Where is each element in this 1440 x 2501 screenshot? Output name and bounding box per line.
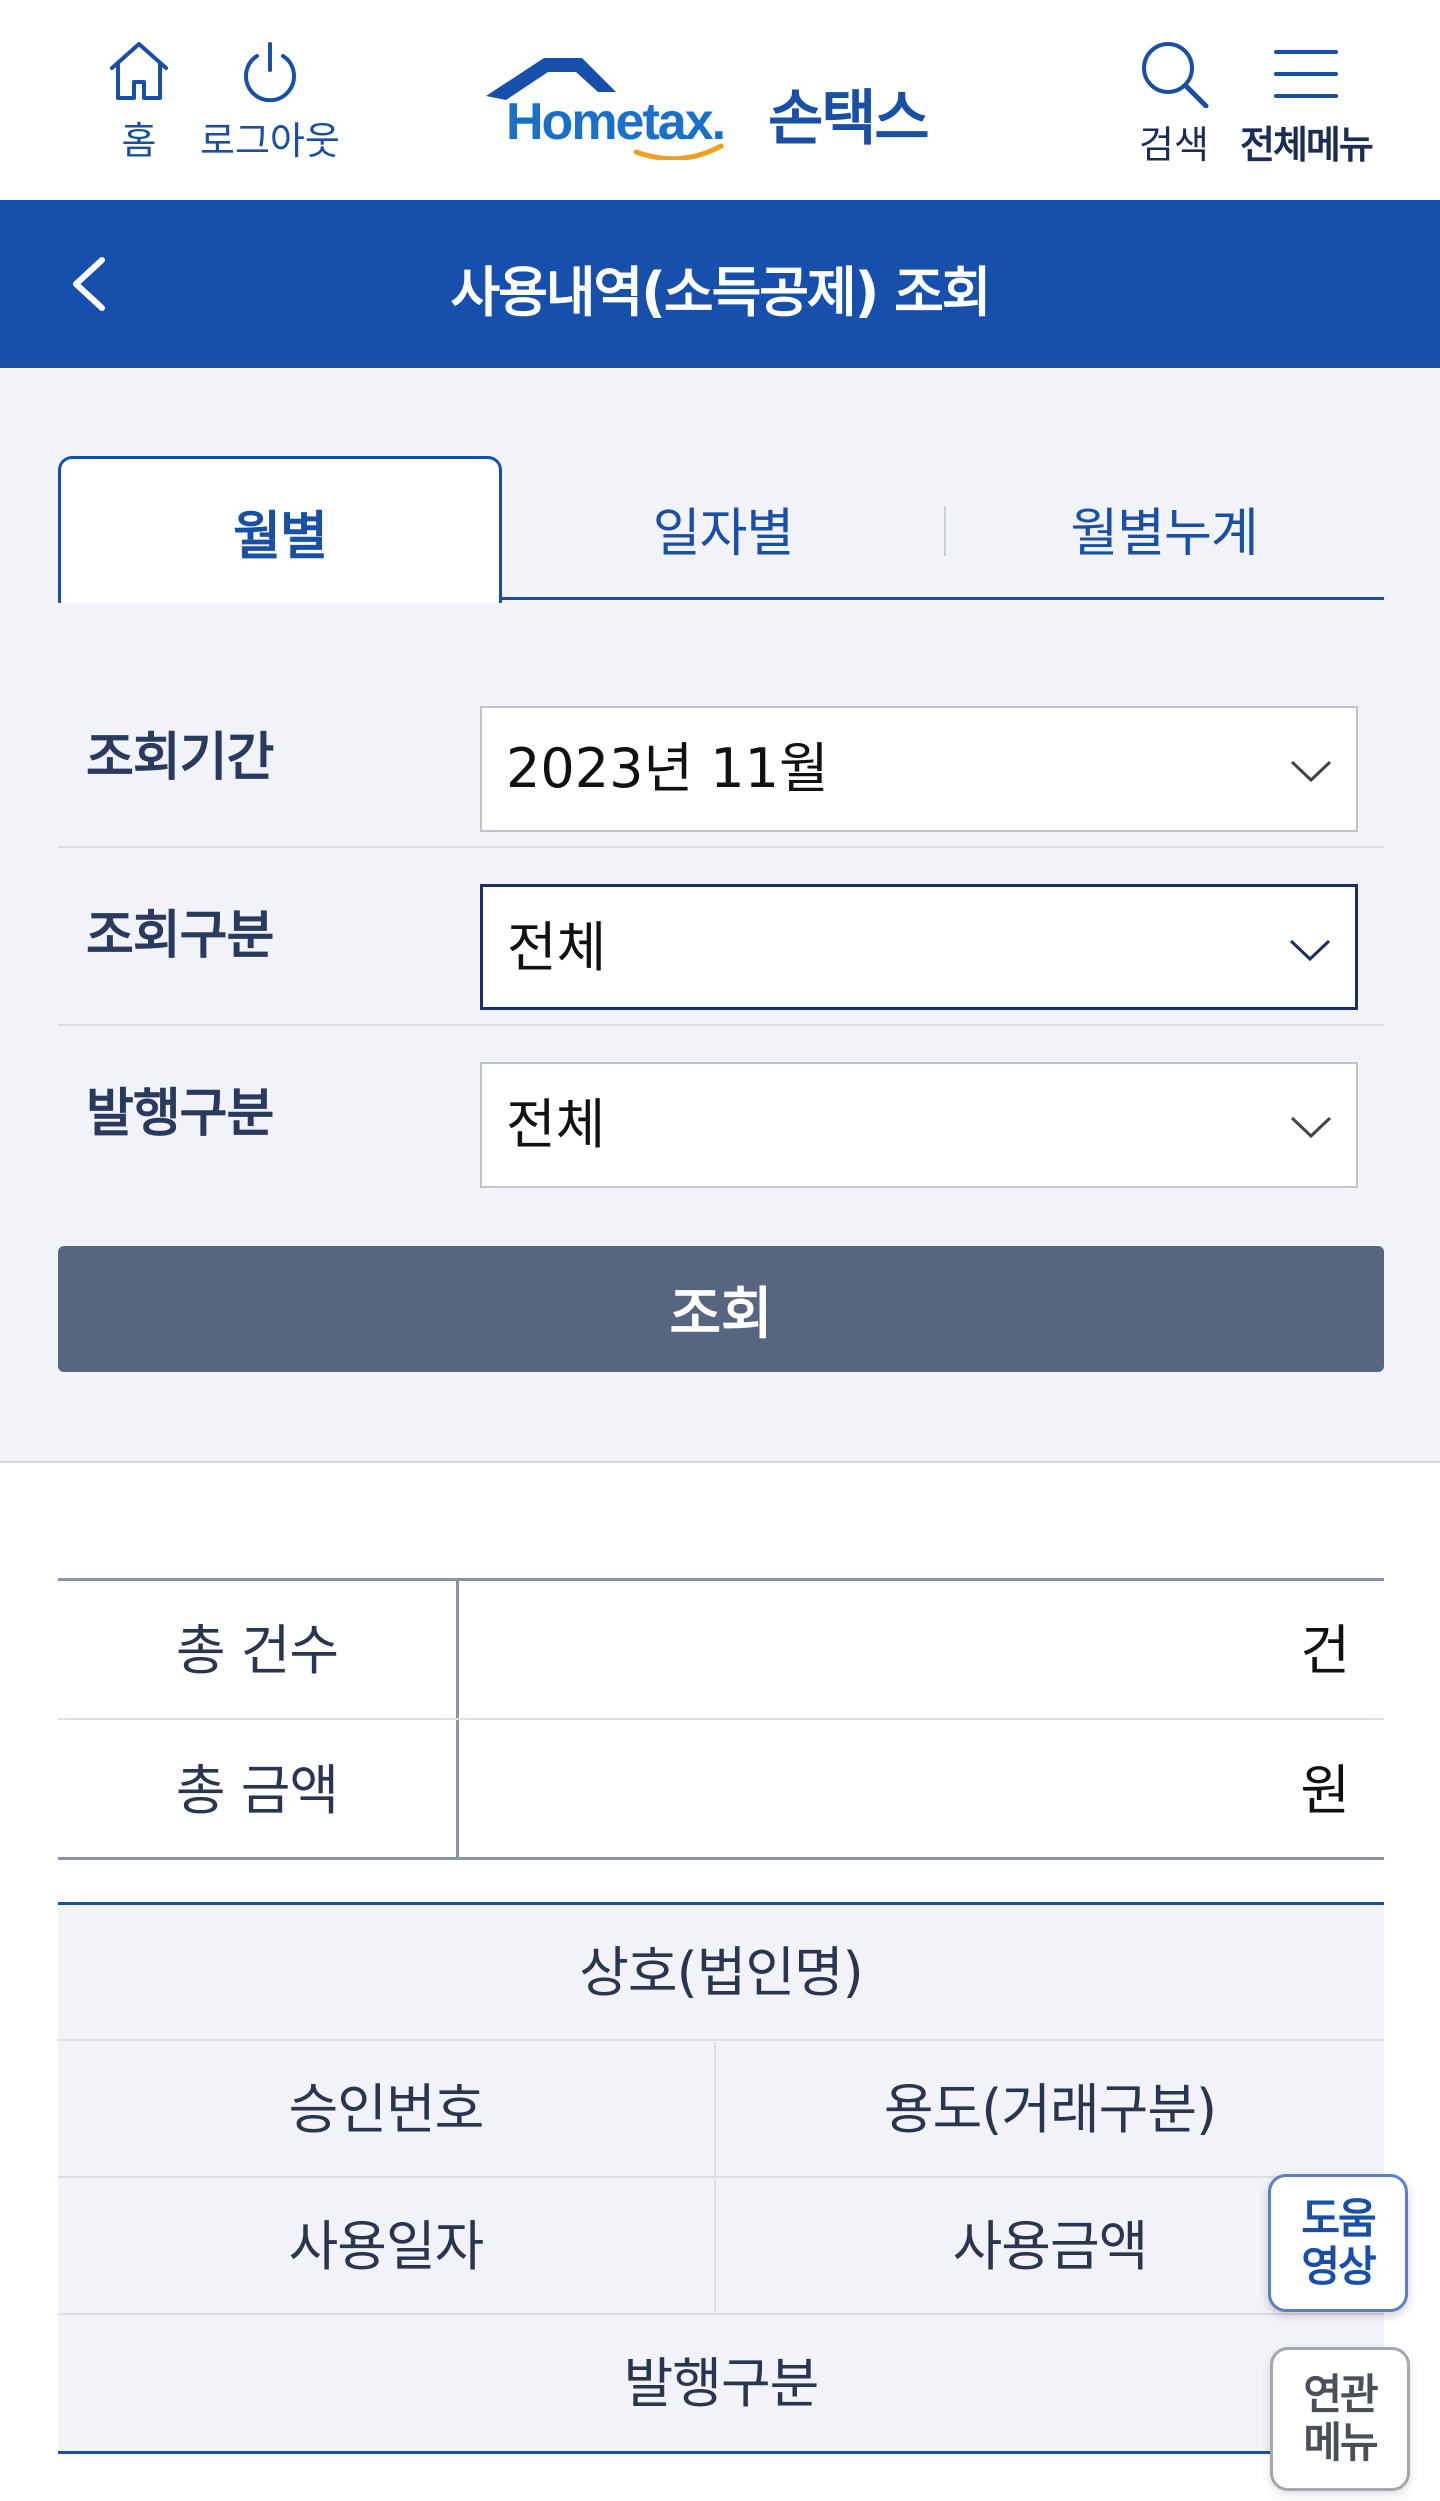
column-header-row: 승인번호 용도(거래구분)	[58, 2042, 1384, 2178]
issue-type-value: 전체	[506, 1093, 606, 1156]
column-header-row: 발행구분	[58, 2316, 1384, 2452]
page-title: 사용내역(소득공제) 조회	[450, 261, 992, 324]
filter-row-query-type: 조회구분 전체	[58, 848, 1384, 1026]
summary-row-amount: 총 금액 원	[58, 1721, 1384, 1860]
column-header-row: 상호(법인명)	[58, 1905, 1384, 2041]
help-video-label-line2: 영상	[1301, 2242, 1376, 2291]
filter-row-issue-type: 발행구분 전체	[58, 1026, 1384, 1204]
filter-row-period: 조회기간 2023년 11월	[58, 670, 1384, 848]
power-icon	[243, 42, 296, 103]
logo-brand-text: Hometax.	[506, 93, 726, 151]
total-amount-unit: 원	[1300, 1759, 1350, 1822]
hometax-logo[interactable]: Hometax. 손택스	[486, 50, 966, 160]
logout-label: 로그아웃	[200, 119, 340, 163]
home-button[interactable]: 홈	[104, 38, 174, 165]
total-count-unit: 건	[1300, 1619, 1350, 1682]
column-usage-type: 용도(거래구분)	[883, 2078, 1217, 2141]
chevron-down-icon	[1290, 1116, 1332, 1139]
home-label: 홈	[121, 119, 157, 163]
total-count-label: 총 건수	[175, 1619, 339, 1682]
period-value: 2023년 11월	[506, 737, 829, 800]
chevron-down-icon	[1289, 939, 1331, 962]
related-menu-label-line1: 연관	[1303, 2370, 1378, 2419]
related-menu-label-line2: 메뉴	[1303, 2418, 1378, 2467]
help-video-button[interactable]: 도움 영상	[1268, 2174, 1408, 2312]
period-label: 조회기간	[86, 728, 274, 788]
search-button[interactable]: 검색	[1134, 38, 1214, 169]
query-type-value: 전체	[507, 916, 607, 979]
query-type-label: 조회구분	[86, 906, 274, 966]
column-usage-date: 사용일자	[288, 2215, 485, 2278]
title-bar: 사용내역(소득공제) 조회	[0, 200, 1440, 368]
chevron-down-icon	[1290, 760, 1332, 783]
top-header: 홈 로그아웃 Hometax. 손택스 검색 전체메뉴	[0, 0, 1440, 200]
period-tabs: 월별 일자별 월별누계	[58, 456, 1384, 603]
logo-brand-korean: 손택스	[768, 84, 930, 154]
search-icon	[1142, 42, 1209, 108]
column-issue-type: 발행구분	[623, 2352, 820, 2415]
column-header-row: 사용일자 사용금액	[58, 2179, 1384, 2315]
all-menu-button[interactable]: 전체메뉴	[1240, 38, 1374, 169]
summary-table: 총 건수 건 총 금액 원	[58, 1578, 1384, 1860]
column-approval-number: 승인번호	[288, 2078, 485, 2141]
tab-monthly[interactable]: 월별	[58, 456, 502, 603]
tab-monthly-cumulative[interactable]: 월별누계	[944, 456, 1384, 600]
submit-search-button[interactable]: 조회	[58, 1246, 1384, 1372]
hamburger-icon	[1273, 50, 1338, 98]
column-merchant: 상호(법인명)	[579, 1941, 864, 2004]
tab-daily[interactable]: 일자별	[502, 456, 944, 600]
search-panel: 월별 일자별 월별누계 조회기간 2023년 11월 조회구분 전체 발행구분 …	[0, 368, 1440, 1463]
search-label: 검색	[1139, 123, 1209, 167]
issue-type-label: 발행구분	[86, 1084, 274, 1144]
related-menu-button[interactable]: 연관 메뉴	[1270, 2347, 1410, 2491]
logout-button[interactable]: 로그아웃	[200, 38, 340, 165]
home-icon	[110, 42, 168, 100]
summary-row-count: 총 건수 건	[58, 1581, 1384, 1720]
result-column-header: 상호(법인명) 승인번호 용도(거래구분) 사용일자 사용금액 발행구분	[58, 1902, 1384, 2454]
total-amount-label: 총 금액	[175, 1759, 339, 1822]
period-select[interactable]: 2023년 11월	[480, 706, 1358, 832]
all-menu-label: 전체메뉴	[1240, 123, 1374, 167]
issue-type-select[interactable]: 전체	[480, 1062, 1358, 1188]
query-type-select[interactable]: 전체	[480, 884, 1358, 1010]
help-video-label-line1: 도움	[1301, 2194, 1376, 2243]
